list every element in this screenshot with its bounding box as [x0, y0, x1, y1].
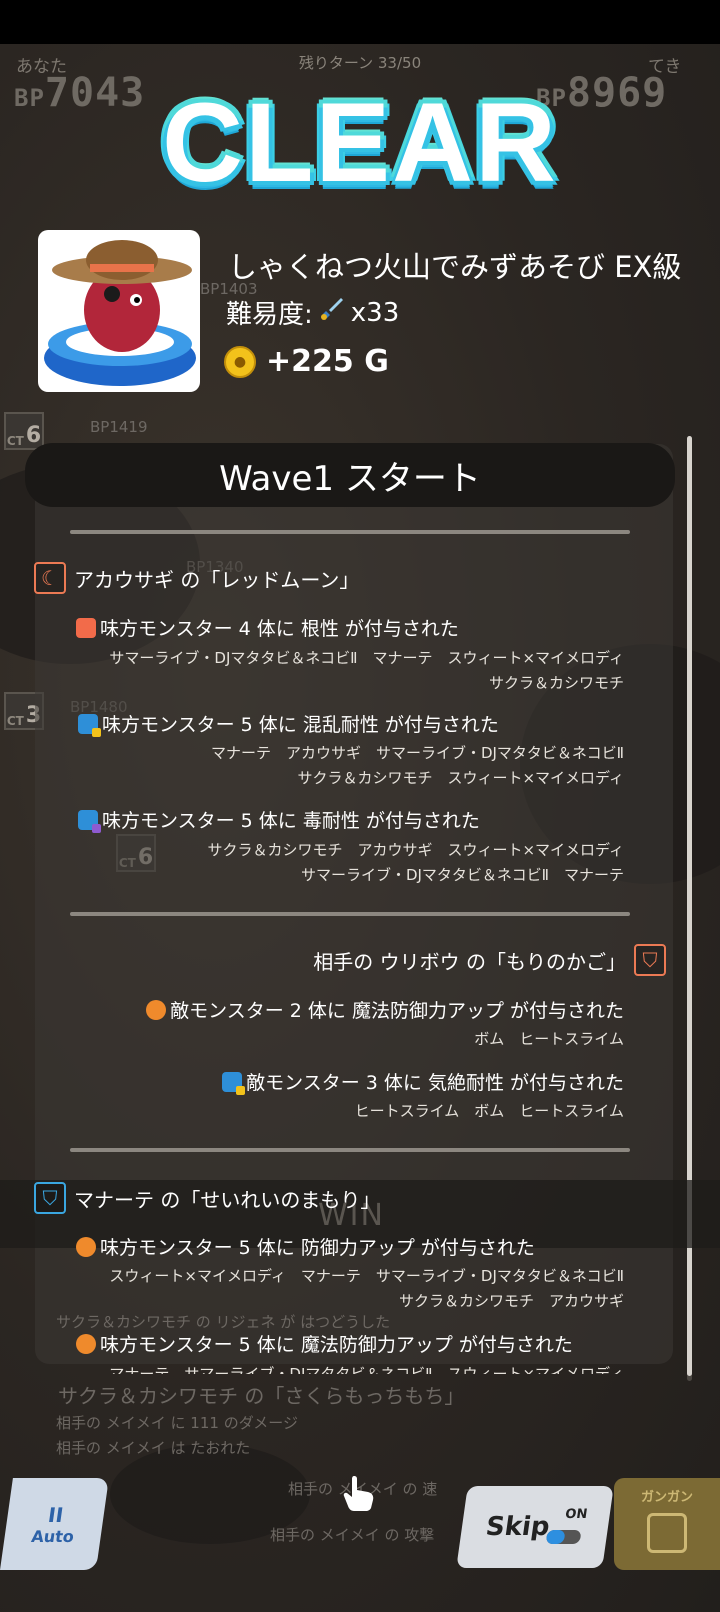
auto-button[interactable]: II Auto: [0, 1478, 109, 1570]
effect-line: 味方モンスター 5 体に 防御力アップ が付与された: [76, 1233, 535, 1260]
ct-badge: CT6: [4, 412, 44, 450]
magic-defense-up-icon: [76, 1333, 96, 1354]
skill-header: ☾ アカウサギ の「レッドムーン」: [34, 562, 359, 594]
target-names: スウィート×マイメロディ マナーテ サマーライブ・DJマタタビ＆ネコビⅡ サクラ…: [109, 1267, 624, 1310]
defense-up-icon: [76, 1236, 96, 1257]
effect-line: 敵モンスター 3 体に 気絶耐性 が付与された: [222, 1068, 624, 1095]
bg-bp: BP1419: [90, 418, 148, 436]
shield-icon: ⛉: [34, 1182, 66, 1214]
effect-line: 味方モンスター 5 体に 混乱耐性 が付与された: [78, 710, 499, 737]
skill-header: 相手の ウリボウ の「もりのかご」 ⛉: [313, 944, 666, 976]
bg-log-line: 相手の メイメイ は たおれた: [56, 1439, 251, 1457]
skill-header: ⛉ マナーテ の「せいれいのまもり」: [34, 1182, 380, 1214]
target-names: ヒートスライム ボム ヒートスライム: [354, 1102, 624, 1120]
target-names: サマーライブ・DJマタタビ＆ネコビⅡ マナーテ スウィート×マイメロディ サクラ…: [109, 649, 624, 692]
stun-resist-icon: [222, 1071, 246, 1095]
effect-line: 敵モンスター 2 体に 魔法防御力アップ が付与された: [146, 996, 624, 1023]
gold-reward: ● +225 G: [224, 344, 389, 379]
skip-button[interactable]: Skip ON: [456, 1486, 614, 1568]
target-names: サクラ＆カシワモチ アカウサギ スウィート×マイメロディ サマーライブ・DJマタ…: [207, 841, 624, 884]
wave-title: Wave1 スタート: [25, 443, 675, 507]
bg-log-line: サクラ＆カシワモチ の「さくらもっちもち」: [58, 1384, 465, 1408]
tap-hand-icon: [343, 1476, 374, 1511]
guts-icon: [76, 617, 96, 638]
target-names: マナーテ サマーライブ・DJマタタビ＆ネコビⅡ スウィート×マイメロディ: [109, 1365, 624, 1374]
status-bar: [0, 0, 720, 44]
target-names: ボム ヒートスライム: [474, 1030, 624, 1048]
bg-log-line: 相手の メイメイ の 攻撃: [270, 1526, 435, 1544]
difficulty: 難易度: x33: [226, 296, 400, 331]
bg-log-line: サクラ＆カシワモチ の リジェネ が はつどうした: [56, 1313, 391, 1331]
crescent-moon-icon: ☾: [34, 562, 66, 594]
quest-title: しゃくねつ火山でみずあそび EX級: [228, 250, 682, 284]
clear-banner: CLEAR: [162, 80, 558, 205]
shield-icon: ⛉: [634, 944, 666, 976]
divider: [70, 1148, 630, 1152]
bg-log-line: 相手の メイメイ に 111 のダメージ: [56, 1414, 298, 1432]
effect-line: 味方モンスター 5 体に 毒耐性 が付与された: [78, 806, 480, 833]
sword-icon: [319, 296, 345, 329]
bg-bp: BP1403: [200, 280, 258, 298]
poison-resist-icon: [78, 809, 101, 833]
effect-line: 味方モンスター 5 体に 魔法防御力アップ が付与された: [76, 1330, 573, 1357]
target-names: マナーテ アカウサギ サマーライブ・DJマタタビ＆ネコビⅡ サクラ＆カシワモチ …: [210, 744, 624, 787]
gangan-button[interactable]: ガンガン: [614, 1478, 720, 1570]
quest-boss-portrait: [38, 230, 200, 392]
divider: [70, 912, 630, 916]
coin-icon: ●: [224, 345, 256, 378]
confusion-resist-icon: [78, 713, 101, 737]
pause-icon: II: [46, 1502, 65, 1527]
player-bp: BP7043: [14, 70, 146, 116]
skip-toggle[interactable]: [545, 1530, 582, 1544]
magic-defense-up-icon: [146, 999, 167, 1020]
effect-line: 味方モンスター 4 体に 根性 が付与された: [76, 614, 459, 641]
fist-icon: [647, 1513, 687, 1553]
divider: [70, 530, 630, 534]
